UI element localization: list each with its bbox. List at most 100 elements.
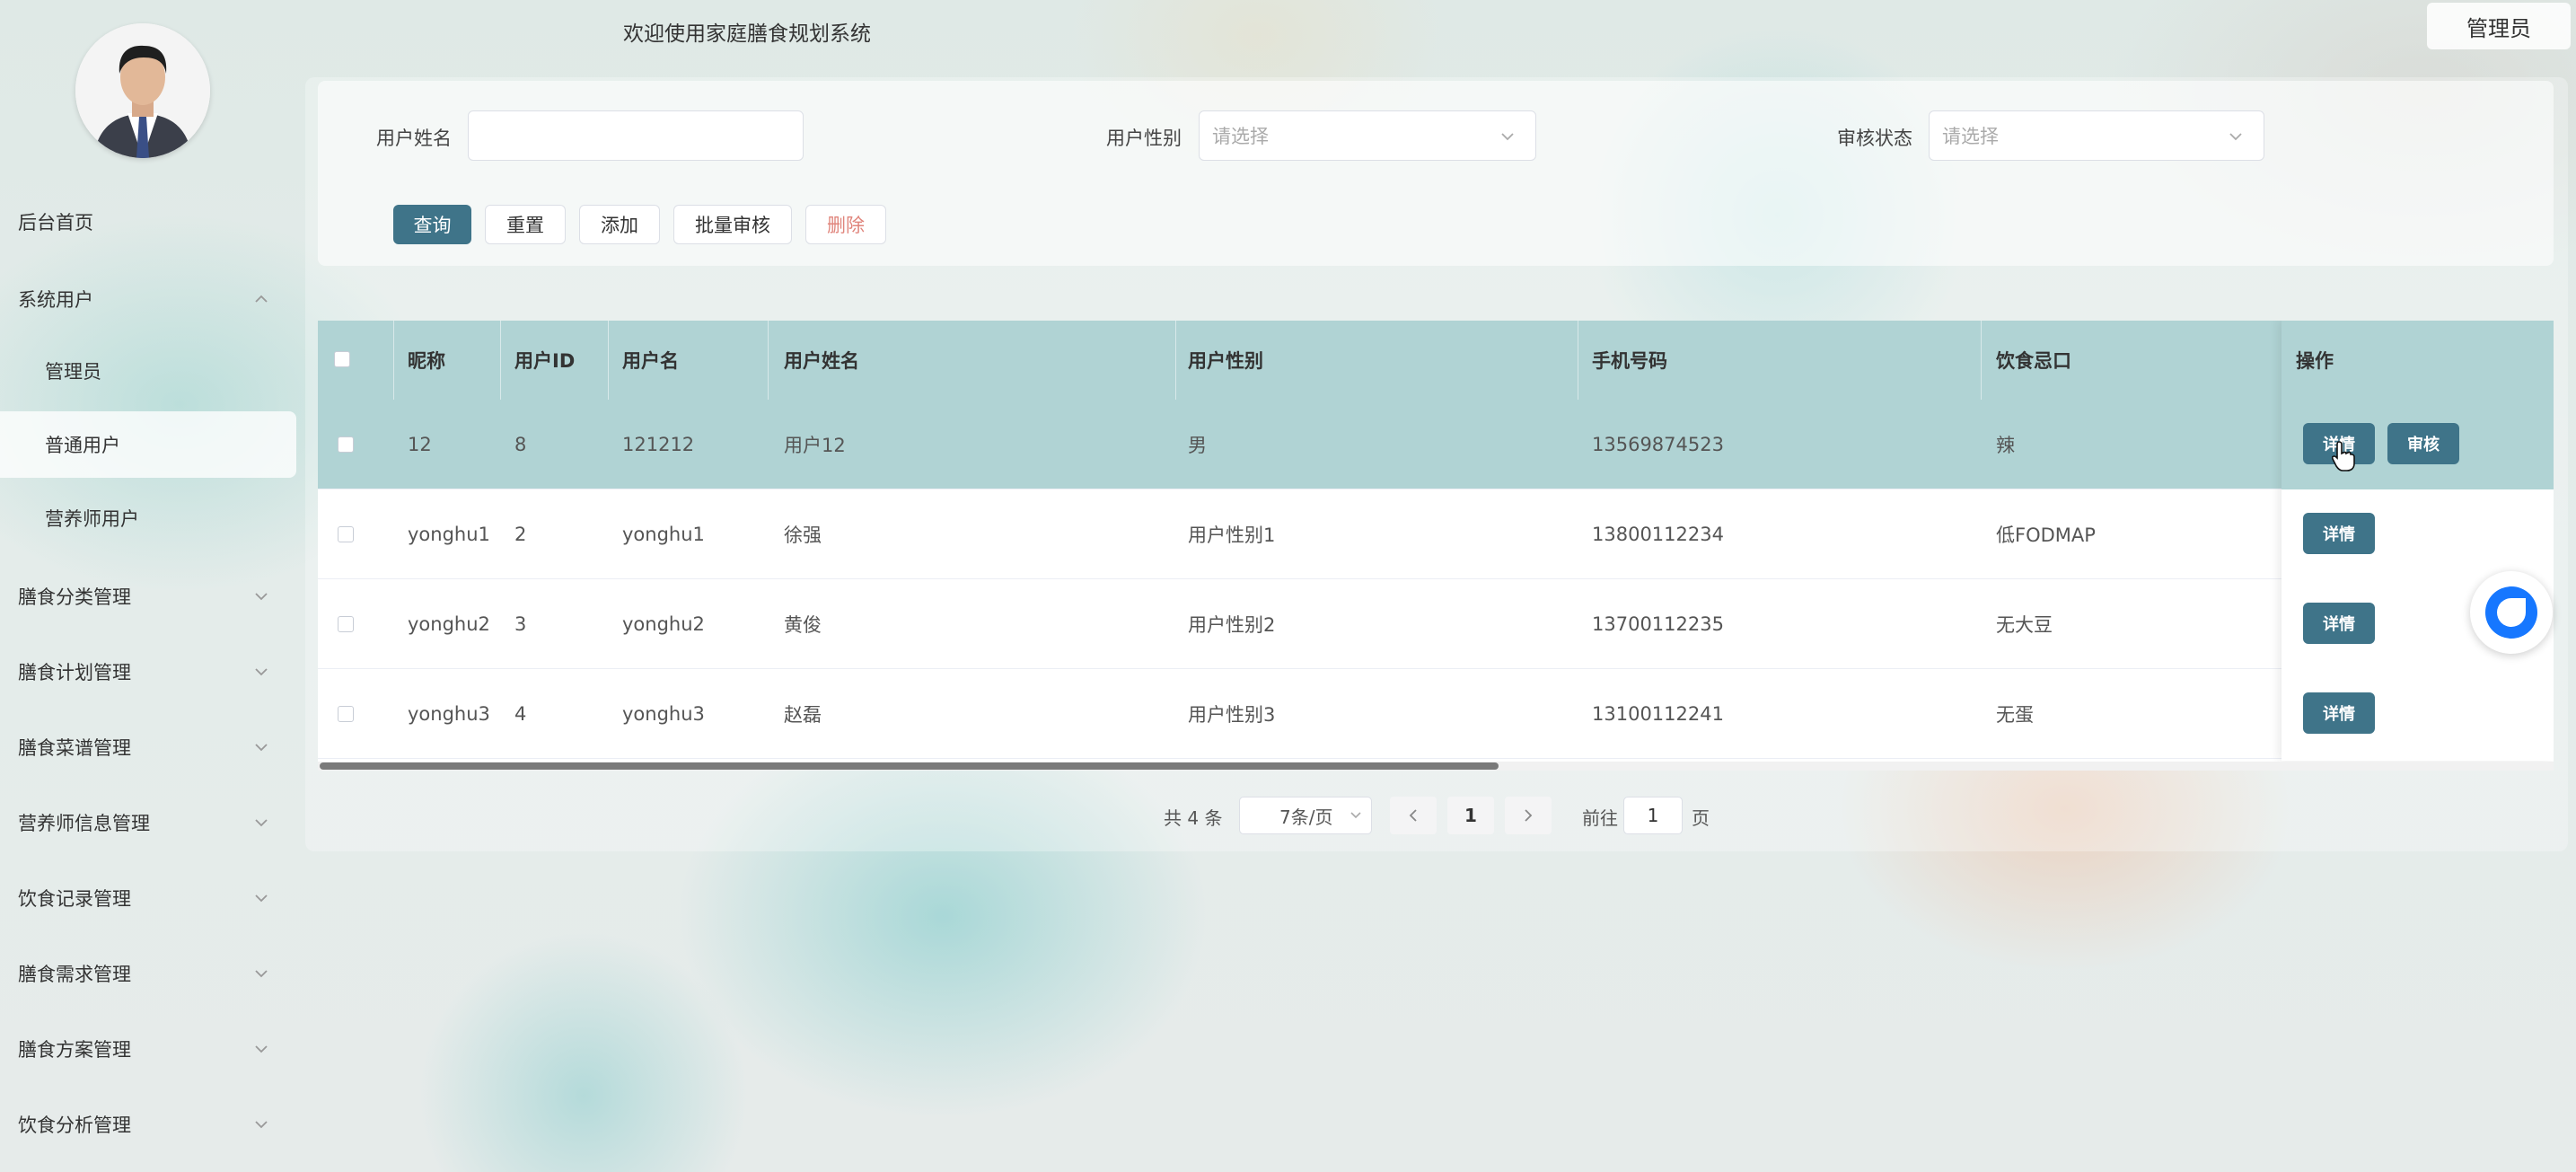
cell-user-id: 4 [514,703,527,725]
column-header-nickname[interactable]: 昵称 [408,321,445,400]
chevron-down-icon [1350,812,1361,819]
sidebar-item-normal-users[interactable]: 普通用户 [0,411,296,478]
cell-diet-restriction: 无大豆 [1996,614,2053,636]
chevron-down-icon [255,744,268,752]
avatar[interactable] [75,23,210,158]
sidebar-item-admins[interactable]: 管理员 [0,338,296,404]
column-header-full-name[interactable]: 用户姓名 [784,321,859,400]
sidebar-item-label: 膳食菜谱管理 [18,737,131,759]
chevron-down-icon [255,894,268,903]
cell-phone: 13700112235 [1592,613,1724,635]
next-page-button[interactable] [1505,797,1552,834]
sidebar-item-recipes[interactable]: 膳食菜谱管理 [0,714,296,780]
cell-nickname: yonghu1 [408,524,490,545]
cell-username: yonghu3 [622,703,705,725]
sidebar-item-label: 膳食计划管理 [18,662,131,683]
cell-phone: 13800112234 [1592,524,1724,545]
page-suffix-label: 页 [1692,807,1710,829]
sidebar-item-label: 系统用户 [18,289,93,311]
page-size-value: 7条/页 [1279,806,1333,828]
chevron-right-icon [1525,809,1533,822]
add-button[interactable]: 添加 [579,205,660,244]
actions-column: 操作 详情 审核 详情 详情 详情 [2281,321,2554,761]
row-checkbox[interactable] [338,706,354,722]
sidebar-item-label: 后台首页 [18,212,93,234]
column-divider [1175,321,1176,400]
cell-diet-restriction: 低FODMAP [1996,524,2096,546]
row-checkbox[interactable] [338,526,354,542]
table-row[interactable]: yonghu1 2 yonghu1 徐强 用户性别1 13800112234 低… [318,489,2554,579]
cell-full-name: 徐强 [784,524,822,546]
column-header-gender[interactable]: 用户性别 [1188,321,1263,400]
gender-select-placeholder: 请选择 [1212,126,1269,147]
sidebar-item-nutritionist-users[interactable]: 营养师用户 [0,485,296,551]
cell-full-name: 黄俊 [784,614,822,636]
sidebar-item-meal-needs[interactable]: 膳食需求管理 [0,940,296,1007]
column-divider [393,321,394,400]
sidebar-item-meal-schemes[interactable]: 膳食方案管理 [0,1016,296,1082]
detail-button[interactable]: 详情 [2303,603,2375,644]
cell-nickname: yonghu2 [408,613,490,635]
cell-phone: 13569874523 [1592,434,1724,455]
sidebar-item-meal-plan[interactable]: 膳食计划管理 [0,639,296,705]
detail-button[interactable]: 详情 [2303,513,2375,554]
prev-page-button[interactable] [1390,797,1437,834]
user-menu-button[interactable]: 管理员 [2427,3,2571,49]
audit-select-placeholder: 请选择 [1942,126,1999,147]
sidebar-item-meal-category[interactable]: 膳食分类管理 [0,563,296,630]
cell-full-name: 赵磊 [784,704,822,726]
table-row[interactable]: yonghu3 4 yonghu3 赵磊 用户性别3 13100112241 无… [318,669,2554,759]
detail-button[interactable]: 详情 [2303,692,2375,734]
select-all-checkbox[interactable] [334,351,350,367]
scrollbar-thumb[interactable] [320,762,1499,770]
column-header-username[interactable]: 用户名 [622,321,679,400]
horizontal-scrollbar[interactable] [318,762,2554,771]
audit-status-select[interactable]: 请选择 [1929,110,2264,161]
column-header-diet-restriction[interactable]: 饮食忌口 [1996,321,2071,400]
row-checkbox[interactable] [338,436,354,453]
page-size-select[interactable]: 7条/页 [1239,797,1372,834]
sidebar-item-label: 膳食需求管理 [18,964,131,985]
sidebar-item-label: 营养师信息管理 [18,813,150,834]
cell-user-id: 2 [514,524,527,545]
gender-select[interactable]: 请选择 [1199,110,1536,161]
chat-widget-button[interactable] [2470,571,2553,654]
row-checkbox[interactable] [338,616,354,632]
page-number-button[interactable]: 1 [1447,797,1494,834]
reset-button[interactable]: 重置 [485,205,566,244]
sidebar-item-system-users[interactable]: 系统用户 [0,266,296,332]
goto-label: 前往 [1582,807,1618,829]
sidebar-item-diet-analysis[interactable]: 饮食分析管理 [0,1091,296,1158]
sidebar-item-label: 营养师用户 [45,508,139,530]
user-table: 昵称 用户ID 用户名 用户姓名 用户性别 手机号码 饮食忌口 12 8 121… [318,321,2554,771]
goto-page-input[interactable]: 1 [1623,797,1683,834]
chevron-down-icon [255,1121,268,1129]
chevron-down-icon [255,819,268,827]
cell-phone: 13100112241 [1592,703,1724,725]
audit-button[interactable]: 审核 [2387,423,2459,464]
audit-status-label: 审核状态 [1837,128,1912,149]
name-label: 用户姓名 [376,128,452,149]
sidebar-item-dashboard[interactable]: 后台首页 [0,189,296,255]
chevron-down-icon [255,668,268,676]
chevron-down-icon [255,1045,268,1053]
sidebar-item-label: 管理员 [45,361,101,383]
cell-gender: 用户性别2 [1188,614,1276,636]
sidebar-item-label: 饮食记录管理 [18,888,131,910]
table-row[interactable]: 12 8 121212 用户12 男 13569874523 辣 [318,400,2554,489]
sidebar-item-nutritionist-info[interactable]: 营养师信息管理 [0,789,296,856]
column-header-user-id[interactable]: 用户ID [514,321,575,400]
cell-full-name: 用户12 [784,435,846,456]
column-divider [768,321,769,400]
name-input[interactable] [468,110,804,161]
delete-button[interactable]: 删除 [805,205,886,244]
column-divider [1981,321,1982,400]
batch-audit-button[interactable]: 批量审核 [673,205,792,244]
sidebar-item-diet-records[interactable]: 饮食记录管理 [0,865,296,931]
table-row[interactable]: yonghu2 3 yonghu2 黄俊 用户性别2 13700112235 无… [318,579,2554,669]
chevron-down-icon [1501,133,1514,141]
cell-username: yonghu1 [622,524,705,545]
query-button[interactable]: 查询 [393,205,471,244]
column-header-phone[interactable]: 手机号码 [1592,321,1667,400]
sidebar-item-label: 普通用户 [45,435,120,456]
